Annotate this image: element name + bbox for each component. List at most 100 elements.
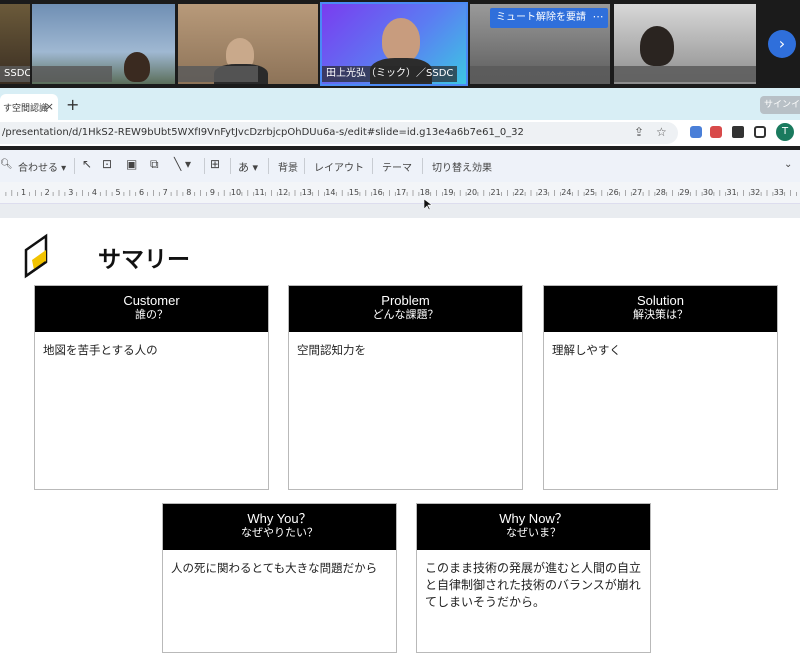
participant-name	[32, 66, 112, 82]
more-options-button[interactable]: ⋯	[588, 8, 608, 28]
divider	[372, 158, 373, 174]
text-style-label: あ	[238, 161, 249, 174]
next-participants-button[interactable]: ›	[768, 30, 796, 58]
ruler-tick-label: 28	[656, 188, 666, 197]
browser-tab[interactable]: す空間認識 ×	[0, 94, 58, 120]
participant-name	[614, 66, 756, 82]
ruler-tick-label: 6	[139, 188, 144, 197]
layout-button[interactable]: レイアウト	[314, 159, 364, 174]
card-title: Why Now？	[499, 511, 568, 526]
participant-tile-1[interactable]: SSDC	[0, 4, 30, 84]
select-cursor-icon[interactable]: ↖	[82, 157, 92, 171]
zoom-icon[interactable]: 🔍︎	[0, 159, 13, 170]
url-field[interactable]: /presentation/d/1HkS2-REW9bUbt5WXfI9VnFy…	[0, 122, 678, 144]
participant-name: 田上光弘（ミック）／SSDC	[322, 66, 458, 82]
ruler-tick-label: 12	[278, 188, 288, 197]
text-style-select[interactable]: あ ▾	[238, 159, 258, 175]
canvas-margin	[0, 204, 800, 218]
card-header: Solution 解決策は？	[544, 286, 777, 332]
card-body: 地図を苦手とする人の	[43, 343, 158, 357]
ruler-tick-label: 9	[210, 188, 215, 197]
participant-video	[124, 52, 150, 82]
participant-tile-2[interactable]	[32, 4, 175, 84]
sidepanel-icon[interactable]	[754, 126, 766, 138]
ruler-tick-label: 4	[92, 188, 97, 197]
comment-icon[interactable]: ⊞	[210, 157, 220, 171]
chevron-down-icon[interactable]: ⌄	[784, 159, 792, 170]
ruler-tick-label: 21	[491, 188, 501, 197]
ruler-tick-label: 33	[774, 188, 784, 197]
ruler-tick-label: 19	[443, 188, 453, 197]
tab-close-icon[interactable]: ×	[45, 100, 54, 113]
ruler-tick-label: 16	[373, 188, 383, 197]
zoom-select[interactable]: 合わせる ▾	[18, 159, 66, 174]
profile-avatar[interactable]: T	[776, 123, 794, 141]
card-subtitle: 誰の？	[135, 309, 168, 321]
transition-button[interactable]: 切り替え効果	[432, 159, 492, 174]
ruler-tick-label: 18	[420, 188, 430, 197]
summary-card-why-now[interactable]: Why Now？ なぜいま？ このまま技術の発展が進むと人間の自立と自律制御され…	[416, 503, 651, 653]
ruler-tick-label: 20	[467, 188, 477, 197]
card-body: 人の死に関わるとても大きな問題だから	[171, 561, 378, 575]
divider	[422, 158, 423, 174]
divider	[230, 158, 231, 174]
card-subtitle: 解決策は？	[633, 309, 688, 321]
divider	[74, 158, 75, 174]
extension-icon[interactable]	[710, 126, 722, 138]
ruler-tick-label: 13	[302, 188, 312, 197]
divider	[204, 158, 205, 174]
card-header: Customer 誰の？	[35, 286, 268, 332]
card-body: 空間認知力を	[297, 343, 366, 357]
ruler-tick-label: 17	[396, 188, 406, 197]
participant-name	[178, 66, 258, 82]
card-subtitle: なぜやりたい？	[241, 527, 318, 539]
participant-name: SSDC	[0, 66, 30, 82]
zoom-label: 合わせる	[18, 163, 58, 174]
mouse-cursor-icon	[424, 199, 432, 210]
signin-button[interactable]: サインイン	[760, 96, 800, 114]
participant-tile-6[interactable]	[614, 4, 756, 84]
participant-tile-speaker[interactable]: 田上光弘（ミック）／SSDC	[320, 2, 468, 86]
shape-icon[interactable]: ⧉	[150, 157, 159, 172]
ruler-ticks: 1 2 3 4 5 6 7 8 9 10 11 12 13 14 15 16 17 18 19 20 21 22 23 24 2…	[5, 188, 797, 197]
background-button[interactable]: 背景	[278, 159, 298, 174]
ruler-tick-label: 2	[45, 188, 50, 197]
card-title: Why You？	[247, 511, 312, 526]
ruler-tick-label: 7	[163, 188, 168, 197]
extension-icon[interactable]	[690, 126, 702, 138]
ruler-tick-label: 26	[609, 188, 619, 197]
slide-canvas[interactable]: サマリー Customer 誰の？ 地図を苦手とする人の Problem どんな…	[0, 218, 800, 653]
video-strip: SSDC 田上光弘（ミック）／SSDC ミュート解除を要請 ⋯ ›	[0, 0, 800, 88]
card-title: Solution	[637, 293, 684, 308]
slide-title: サマリー	[98, 247, 190, 273]
summary-card-customer[interactable]: Customer 誰の？ 地図を苦手とする人の	[34, 285, 269, 490]
participant-video	[640, 26, 674, 66]
summary-card-why-you[interactable]: Why You？ なぜやりたい？ 人の死に関わるとても大きな問題だから	[162, 503, 397, 653]
line-icon[interactable]: ╲ ▾	[174, 157, 191, 171]
ruler-tick-label: 25	[585, 188, 595, 197]
browser-tabbar: す空間認識 × + サインイン	[0, 88, 800, 120]
card-header: Why Now？ なぜいま？	[417, 504, 650, 550]
divider	[304, 158, 305, 174]
card-title: Customer	[123, 293, 180, 308]
ruler-tick-label: 29	[679, 188, 689, 197]
theme-button[interactable]: テーマ	[382, 159, 412, 174]
image-icon[interactable]: ▣	[126, 157, 137, 171]
participant-tile-3[interactable]	[178, 4, 318, 84]
card-body: 理解しやすく	[552, 343, 621, 357]
summary-card-problem[interactable]: Problem どんな課題？ 空間認知力を	[288, 285, 523, 490]
bookmark-star-icon[interactable]: ☆	[656, 125, 667, 139]
ruler-tick-label: 24	[561, 188, 571, 197]
ruler-tick-label: 5	[115, 188, 120, 197]
ruler-tick-label: 30	[703, 188, 713, 197]
ruler-tick-label: 10	[231, 188, 241, 197]
ruler-tick-label: 3	[68, 188, 73, 197]
summary-card-solution[interactable]: Solution 解決策は？ 理解しやすく	[543, 285, 778, 490]
ruler-tick-label: 32	[750, 188, 760, 197]
new-tab-button[interactable]: +	[66, 95, 79, 114]
puzzle-icon[interactable]	[732, 126, 744, 138]
share-icon[interactable]: ⇪	[634, 125, 644, 139]
text-box-icon[interactable]: ⊡	[102, 157, 112, 171]
request-unmute-button[interactable]: ミュート解除を要請	[490, 8, 592, 28]
tab-title: す空間認識	[3, 104, 49, 114]
